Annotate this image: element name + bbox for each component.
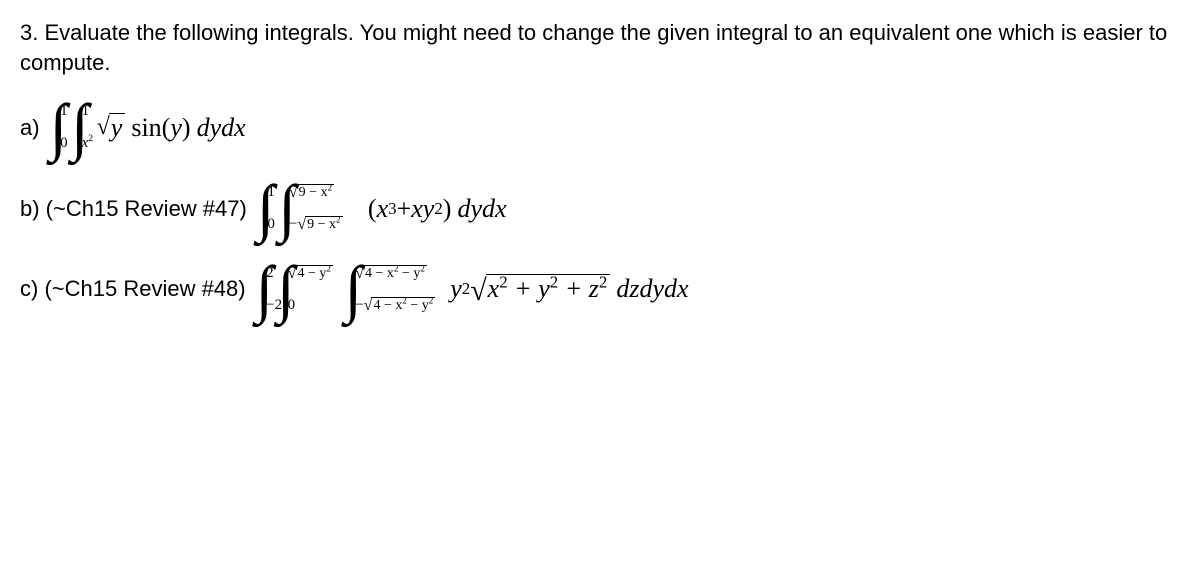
part-b-label: b) (~Ch15 Review #47) — [20, 196, 247, 222]
part-a-integral: ∫ 1 0 ∫ 1 x2 √y sin(y) dydx — [48, 105, 246, 150]
part-c: c) (~Ch15 Review #48) ∫ 2 −2 ∫ √4 − y2 0… — [20, 267, 1180, 312]
part-c-label: c) (~Ch15 Review #48) — [20, 276, 246, 302]
part-c-integral: ∫ 2 −2 ∫ √4 − y2 0 ∫ √4 − x2 − y2 −√4 − … — [254, 267, 689, 312]
part-b: b) (~Ch15 Review #47) ∫ 1 0 ∫ √9 − x2 −√… — [20, 186, 1180, 231]
problem-statement: 3. Evaluate the following integrals. You… — [20, 18, 1180, 77]
part-b-integral: ∫ 1 0 ∫ √9 − x2 −√9 − x2 (x3 + xy2) dydx — [255, 186, 507, 231]
part-a-label: a) — [20, 115, 40, 141]
problem-number: 3. — [20, 20, 38, 45]
problem-text: Evaluate the following integrals. You mi… — [20, 20, 1167, 75]
problem-parts: a) ∫ 1 0 ∫ 1 x2 √y sin(y) dydx b) (~Ch15… — [20, 105, 1180, 311]
part-a: a) ∫ 1 0 ∫ 1 x2 √y sin(y) dydx — [20, 105, 1180, 150]
